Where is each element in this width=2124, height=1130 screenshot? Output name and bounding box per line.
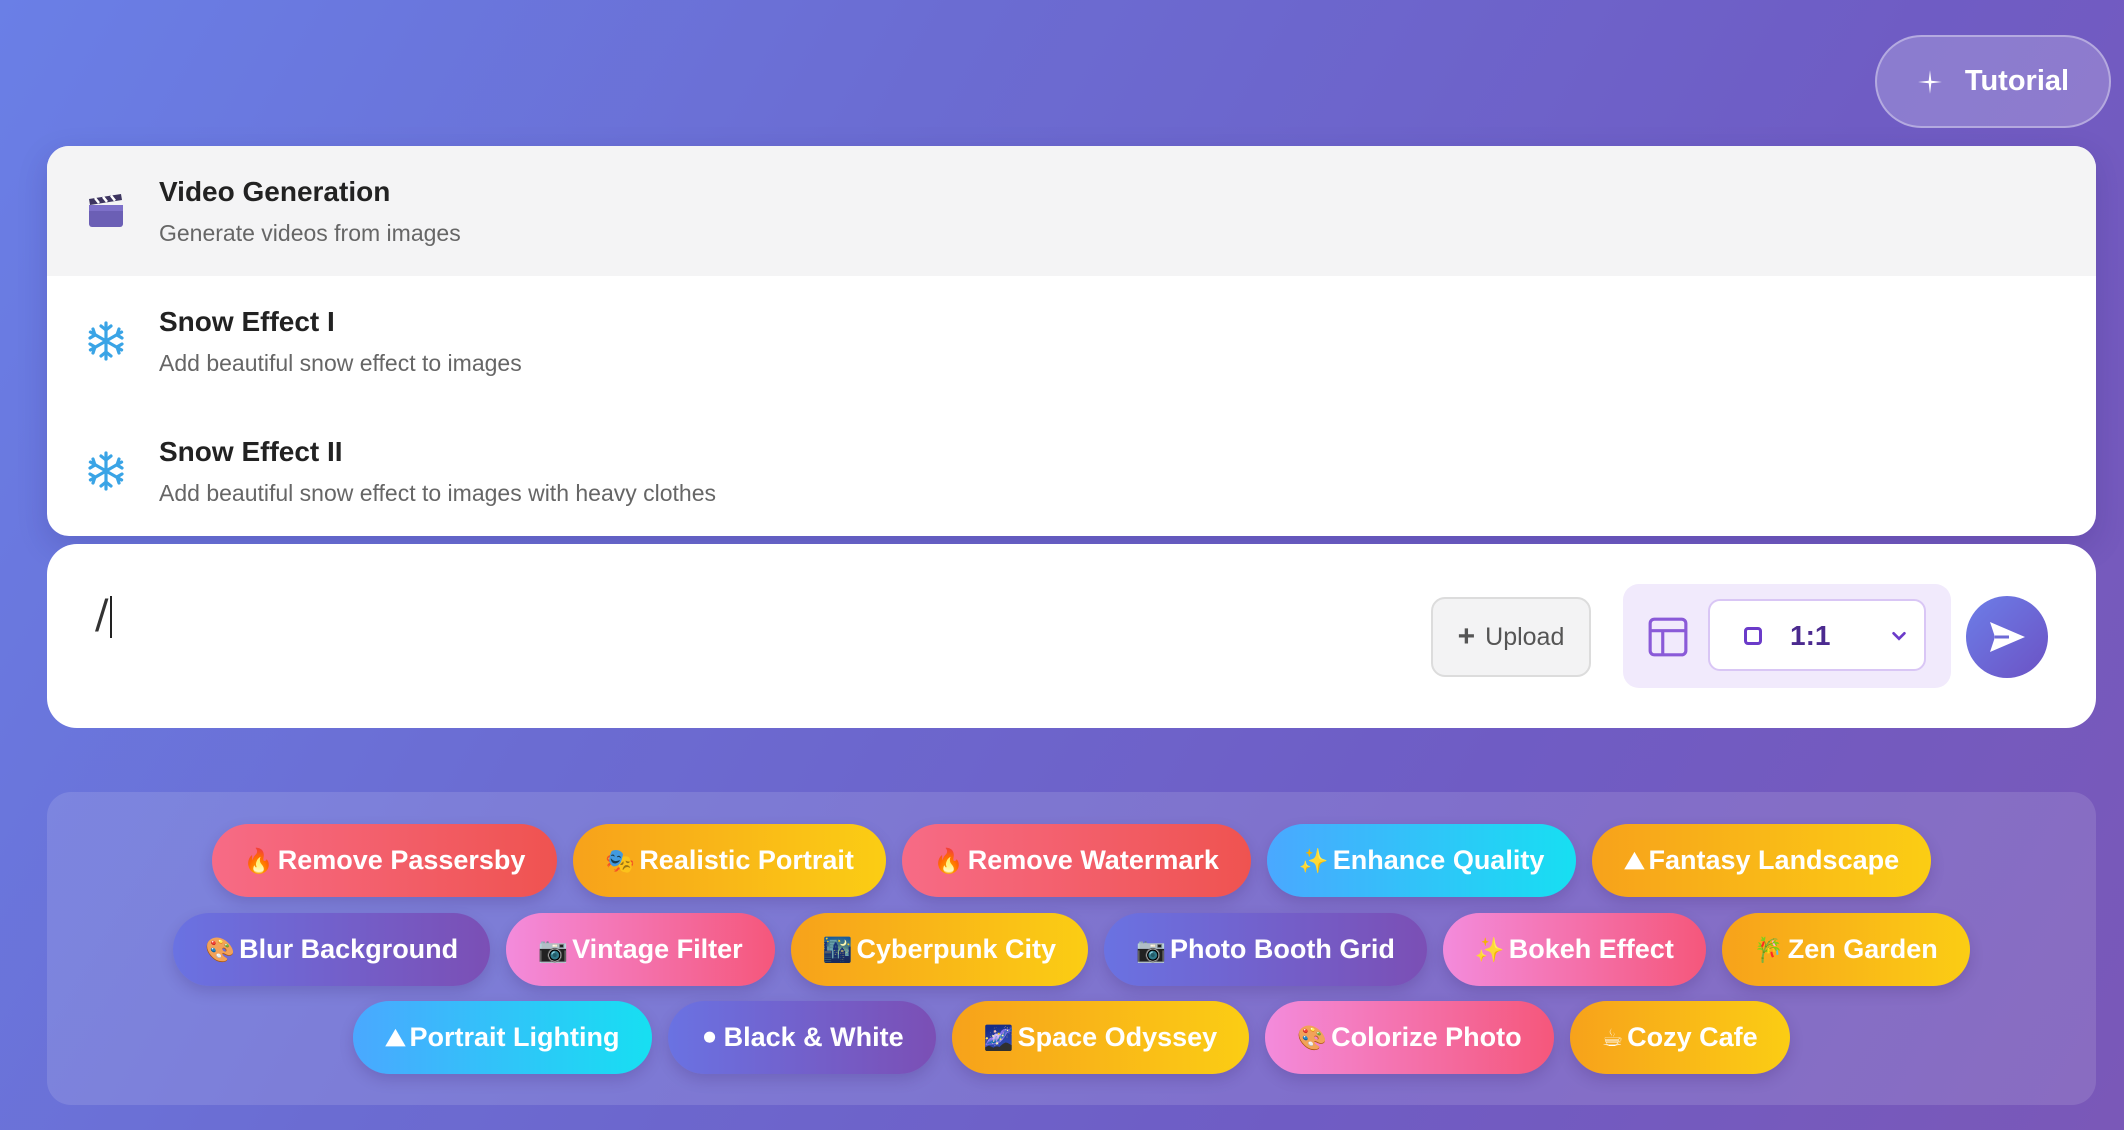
chip-black-and-white[interactable]: ⚫ Black & White — [667, 1001, 936, 1074]
dropdown-item-title: Snow Effect II — [159, 435, 343, 467]
dropdown-item-title: Video Generation — [159, 175, 391, 207]
dropdown-item-snow-effect-2[interactable]: Snow Effect II Add beautiful snow effect… — [47, 406, 2096, 536]
mountain-icon: ⛰ — [385, 1023, 406, 1052]
chip-label: Colorize Photo — [1331, 1022, 1522, 1052]
aspect-ratio-select[interactable]: 1:1 — [1708, 599, 1926, 671]
send-button[interactable] — [1966, 596, 2048, 678]
bamboo-icon: 🎋 — [1753, 935, 1784, 964]
chip-colorize-photo[interactable]: 🎨 Colorize Photo — [1265, 1001, 1554, 1074]
sparkle-icon — [1917, 69, 1942, 94]
chip-fantasy-landscape[interactable]: ⛰ Fantasy Landscape — [1592, 824, 1932, 897]
palette-icon: 🎨 — [1297, 1023, 1328, 1052]
prompt-input[interactable]: / — [95, 592, 113, 638]
chip-realistic-portrait[interactable]: 🎭 Realistic Portrait — [573, 824, 886, 897]
dropdown-item-description: Add beautiful snow effect to images — [159, 349, 522, 376]
snowflake-icon — [85, 320, 127, 362]
fire-icon: 🔥 — [933, 846, 964, 875]
upload-button[interactable]: + Upload — [1431, 597, 1591, 677]
chip-row: 🔥 Remove Passersby 🎭 Realistic Portrait 🔥 R… — [47, 824, 2096, 897]
chip-zen-garden[interactable]: 🎋 Zen Garden — [1721, 913, 1970, 986]
chip-label: Cozy Cafe — [1627, 1022, 1758, 1052]
chip-label: Cyberpunk City — [856, 934, 1057, 964]
chip-row: 🎨 Blur Background 📷 Vintage Filter 🌃 Cyberp… — [47, 913, 2096, 986]
aspect-ratio-value: 1:1 — [1790, 620, 1831, 651]
chip-photo-booth-grid[interactable]: 📷 Photo Booth Grid — [1104, 913, 1427, 986]
mountain-icon: ⛰ — [1624, 846, 1645, 875]
chip-label: Vintage Filter — [572, 934, 743, 964]
fire-icon: 🔥 — [243, 846, 274, 875]
square-icon — [1744, 627, 1762, 645]
dropdown-item-title: Snow Effect I — [159, 305, 335, 337]
chip-remove-watermark[interactable]: 🔥 Remove Watermark — [901, 824, 1251, 897]
prompt-card: / + Upload 1:1 — [47, 544, 2096, 728]
layout-icon[interactable] — [1647, 616, 1689, 658]
chip-label: Black & White — [723, 1022, 904, 1052]
camera-icon: 📷 — [538, 935, 569, 964]
palette-icon: 🎨 — [205, 935, 236, 964]
chip-label: Bokeh Effect — [1508, 934, 1674, 964]
camera-icon: 📷 — [1136, 935, 1166, 964]
chip-cozy-cafe[interactable]: ☕ Cozy Cafe — [1569, 1001, 1790, 1074]
clapperboard-icon — [85, 190, 127, 232]
send-icon — [1990, 622, 2025, 652]
chevron-down-icon — [1892, 631, 1906, 641]
tutorial-button[interactable]: Tutorial — [1875, 35, 2111, 128]
chip-label: Enhance Quality — [1332, 845, 1545, 875]
masks-icon: 🎭 — [605, 846, 636, 875]
command-dropdown: Video Generation Generate videos from im… — [47, 146, 2096, 536]
chip-label: Photo Booth Grid — [1169, 934, 1395, 964]
milky-way-icon: 🌌 — [983, 1023, 1014, 1052]
chip-label: Zen Garden — [1787, 934, 1938, 964]
aspect-controls: 1:1 — [1623, 584, 1951, 688]
chip-portrait-lighting[interactable]: ⛰ Portrait Lighting — [353, 1001, 652, 1074]
chip-space-odyssey[interactable]: 🌌 Space Odyssey — [951, 1001, 1250, 1074]
upload-label: Upload — [1485, 622, 1565, 651]
chip-cyberpunk-city[interactable]: 🌃 Cyberpunk City — [790, 913, 1089, 986]
tutorial-label: Tutorial — [1964, 65, 2070, 97]
text-caret — [110, 596, 113, 638]
chip-enhance-quality[interactable]: ✨ Enhance Quality — [1266, 824, 1577, 897]
plus-icon: + — [1457, 620, 1476, 653]
dropdown-item-snow-effect-1[interactable]: Snow Effect I Add beautiful snow effect … — [47, 276, 2096, 406]
sparkles-icon: ✨ — [1298, 846, 1329, 875]
chip-blur-background[interactable]: 🎨 Blur Background — [173, 913, 491, 986]
sparkles-icon: ✨ — [1474, 935, 1505, 964]
chip-bokeh-effect[interactable]: ✨ Bokeh Effect — [1442, 913, 1706, 986]
chip-vintage-filter[interactable]: 📷 Vintage Filter — [506, 913, 775, 986]
chip-row: ⛰ Portrait Lighting ⚫ Black & White 🌌 Space… — [47, 1001, 2096, 1074]
night-city-icon: 🌃 — [822, 935, 853, 964]
chip-label: Blur Background — [239, 934, 459, 964]
chip-label: Fantasy Landscape — [1648, 845, 1900, 875]
preset-chips-panel: 🔥 Remove Passersby 🎭 Realistic Portrait 🔥 R… — [47, 792, 2096, 1105]
chip-label: Portrait Lighting — [409, 1022, 620, 1052]
black-circle-icon: ⚫ — [699, 1023, 720, 1052]
snowflake-icon — [85, 450, 127, 492]
dropdown-item-description: Generate videos from images — [159, 219, 461, 246]
chip-label: Remove Watermark — [967, 845, 1219, 875]
chip-label: Realistic Portrait — [639, 845, 854, 875]
prompt-input-value: / — [95, 592, 109, 638]
chip-label: Space Odyssey — [1017, 1022, 1218, 1052]
dropdown-item-video-generation[interactable]: Video Generation Generate videos from im… — [47, 146, 2096, 276]
chip-remove-passersby[interactable]: 🔥 Remove Passersby — [211, 824, 558, 897]
coffee-icon: ☕ — [1601, 1023, 1624, 1052]
chip-label: Remove Passersby — [277, 845, 526, 875]
dropdown-item-description: Add beautiful snow effect to images with… — [159, 479, 717, 506]
